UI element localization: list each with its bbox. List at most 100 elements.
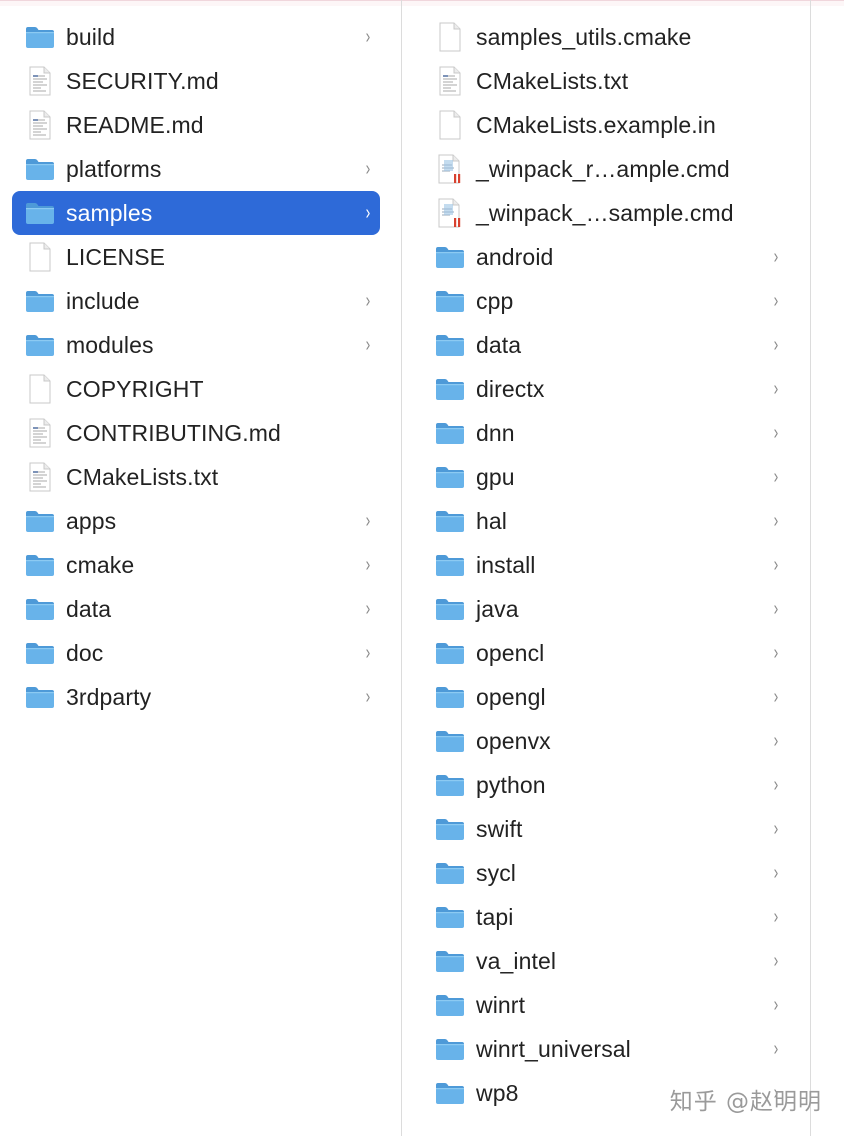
chevron-right-icon: › <box>365 641 371 664</box>
chevron-right-icon: › <box>365 597 371 620</box>
folder-row[interactable]: openvx › <box>424 719 788 763</box>
folder-icon <box>434 505 466 537</box>
folder-icon <box>434 329 466 361</box>
folder-icon <box>24 681 56 713</box>
folder-row[interactable]: winrt_universal › <box>424 1027 788 1071</box>
blank-document-icon <box>434 109 466 141</box>
folder-row[interactable]: data › <box>424 323 788 367</box>
folder-row[interactable]: java › <box>424 587 788 631</box>
chevron-right-icon: › <box>773 993 779 1016</box>
item-name: hal <box>476 507 507 534</box>
folder-row[interactable]: doc › <box>12 631 380 675</box>
item-name: _winpack_…sample.cmd <box>476 199 734 226</box>
blank-document-icon <box>24 373 56 405</box>
folder-row[interactable]: android › <box>424 235 788 279</box>
folder-row[interactable]: winrt › <box>424 983 788 1027</box>
file-row[interactable]: LICENSE <box>12 235 380 279</box>
item-name: include <box>66 287 140 314</box>
item-name: README.md <box>66 111 204 138</box>
item-name: winrt <box>476 991 526 1018</box>
chevron-right-icon: › <box>773 817 779 840</box>
folder-icon <box>24 593 56 625</box>
item-name: android <box>476 243 554 270</box>
item-name: install <box>476 551 536 578</box>
file-row[interactable]: COPYRIGHT <box>12 367 380 411</box>
folder-icon <box>434 901 466 933</box>
file-row[interactable]: README.md <box>12 103 380 147</box>
item-name: directx <box>476 375 545 402</box>
text-document-icon <box>24 461 56 493</box>
folder-row[interactable]: opengl › <box>424 675 788 719</box>
item-name: COPYRIGHT <box>66 375 204 402</box>
file-row[interactable]: _winpack_…sample.cmd <box>424 191 788 235</box>
chevron-right-icon: › <box>773 245 779 268</box>
folder-row[interactable]: modules › <box>12 323 380 367</box>
column-samples[interactable]: samples_utils.cmake CMakeLists.txt CMakeLi… <box>402 15 810 1136</box>
folder-row[interactable]: sycl › <box>424 851 788 895</box>
window-top-edge <box>0 0 844 6</box>
item-name: 3rdparty <box>66 683 152 710</box>
folder-icon <box>434 857 466 889</box>
folder-row[interactable]: directx › <box>424 367 788 411</box>
file-row[interactable]: CMakeLists.txt <box>424 59 788 103</box>
folder-row[interactable]: python › <box>424 763 788 807</box>
item-name: cmake <box>66 551 135 578</box>
item-name: sycl <box>476 859 517 886</box>
chevron-right-icon: › <box>773 729 779 752</box>
folder-row[interactable]: tapi › <box>424 895 788 939</box>
item-name: SECURITY.md <box>66 67 219 94</box>
blank-document-icon <box>24 241 56 273</box>
item-name: LICENSE <box>66 243 166 270</box>
folder-icon <box>24 637 56 669</box>
item-name: modules <box>66 331 154 358</box>
chevron-right-icon: › <box>773 685 779 708</box>
chevron-right-icon: › <box>773 1037 779 1060</box>
chevron-right-icon: › <box>365 553 371 576</box>
item-name: build <box>66 23 116 50</box>
folder-row[interactable]: hal › <box>424 499 788 543</box>
column-root[interactable]: build › SECURITY.md README.md platforms › samp… <box>0 15 400 1136</box>
folder-row[interactable]: cpp › <box>424 279 788 323</box>
text-document-icon <box>24 417 56 449</box>
folder-row[interactable]: swift › <box>424 807 788 851</box>
folder-icon <box>434 1033 466 1065</box>
folder-row[interactable]: install › <box>424 543 788 587</box>
file-row[interactable]: CMakeLists.txt <box>12 455 380 499</box>
folder-row[interactable]: va_intel › <box>424 939 788 983</box>
item-name: CMakeLists.example.in <box>476 111 716 138</box>
folder-row[interactable]: include › <box>12 279 380 323</box>
chevron-right-icon: › <box>773 465 779 488</box>
file-row[interactable]: _winpack_r…ample.cmd <box>424 147 788 191</box>
column-divider[interactable] <box>810 0 811 1136</box>
watermark-text: 知乎 @赵明明 <box>669 1089 822 1115</box>
item-name: va_intel <box>476 947 557 974</box>
file-row[interactable]: SECURITY.md <box>12 59 380 103</box>
folder-icon <box>24 329 56 361</box>
file-row[interactable]: samples_utils.cmake <box>424 15 788 59</box>
folder-row[interactable]: 3rdparty › <box>12 675 380 719</box>
folder-row[interactable]: samples › <box>12 191 380 235</box>
folder-row[interactable]: dnn › <box>424 411 788 455</box>
chevron-right-icon: › <box>773 509 779 532</box>
folder-row[interactable]: data › <box>12 587 380 631</box>
item-name: doc <box>66 639 104 666</box>
folder-row[interactable]: cmake › <box>12 543 380 587</box>
folder-icon <box>24 549 56 581</box>
folder-row[interactable]: gpu › <box>424 455 788 499</box>
folder-icon <box>24 505 56 537</box>
file-row[interactable]: CONTRIBUTING.md <box>12 411 380 455</box>
chevron-right-icon: › <box>773 597 779 620</box>
folder-row[interactable]: opencl › <box>424 631 788 675</box>
chevron-right-icon: › <box>773 553 779 576</box>
chevron-right-icon: › <box>773 333 779 356</box>
file-row[interactable]: CMakeLists.example.in <box>424 103 788 147</box>
folder-icon <box>434 637 466 669</box>
folder-row[interactable]: apps › <box>12 499 380 543</box>
folder-row[interactable]: platforms › <box>12 147 380 191</box>
item-name: apps <box>66 507 117 534</box>
script-document-icon <box>434 197 466 229</box>
chevron-right-icon: › <box>773 421 779 444</box>
chevron-right-icon: › <box>365 201 371 224</box>
folder-row[interactable]: build › <box>12 15 380 59</box>
item-name: opencl <box>476 639 545 666</box>
